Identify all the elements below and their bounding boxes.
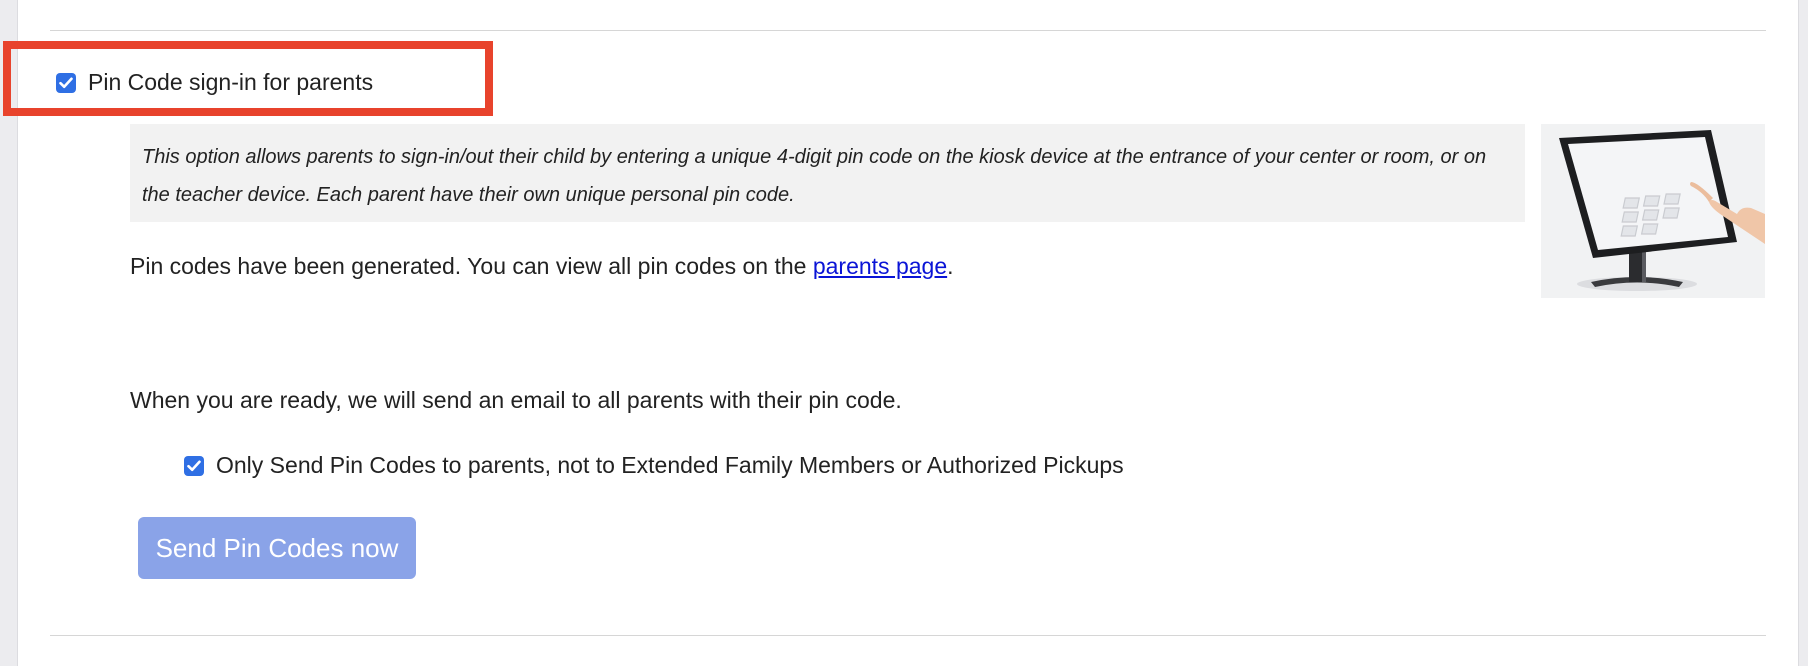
kiosk-tablet-image <box>1541 124 1765 298</box>
description-box: This option allows parents to sign-in/ou… <box>130 124 1525 222</box>
generated-text: Pin codes have been generated. You can v… <box>130 253 813 279</box>
pin-code-option[interactable]: Pin Code sign-in for parents <box>56 69 373 96</box>
kiosk-illustration <box>1541 124 1765 298</box>
only-parents-checkbox[interactable] <box>184 455 204 476</box>
description-text: This option allows parents to sign-in/ou… <box>142 146 1487 206</box>
generated-text-end: . <box>947 253 954 279</box>
only-parents-option[interactable]: Only Send Pin Codes to parents, not to E… <box>184 452 1124 479</box>
pin-codes-generated-text: Pin codes have been generated. You can v… <box>130 253 954 280</box>
only-parents-option-label: Only Send Pin Codes to parents, not to E… <box>216 452 1124 478</box>
pin-code-checkbox[interactable] <box>56 72 76 93</box>
checkmark-icon <box>187 460 201 471</box>
checkmark-icon <box>59 77 73 88</box>
pin-code-option-label: Pin Code sign-in for parents <box>88 69 374 95</box>
top-divider <box>50 30 1766 31</box>
right-scrollbar[interactable] <box>1798 0 1808 666</box>
pin-code-settings-page: Pin Code sign-in for parents This option… <box>0 0 1808 666</box>
parents-page-link[interactable]: parents page <box>813 253 947 279</box>
send-pin-codes-button[interactable]: Send Pin Codes now <box>138 517 416 579</box>
ready-to-send-text: When you are ready, we will send an emai… <box>130 387 902 413</box>
bottom-divider <box>50 635 1766 636</box>
